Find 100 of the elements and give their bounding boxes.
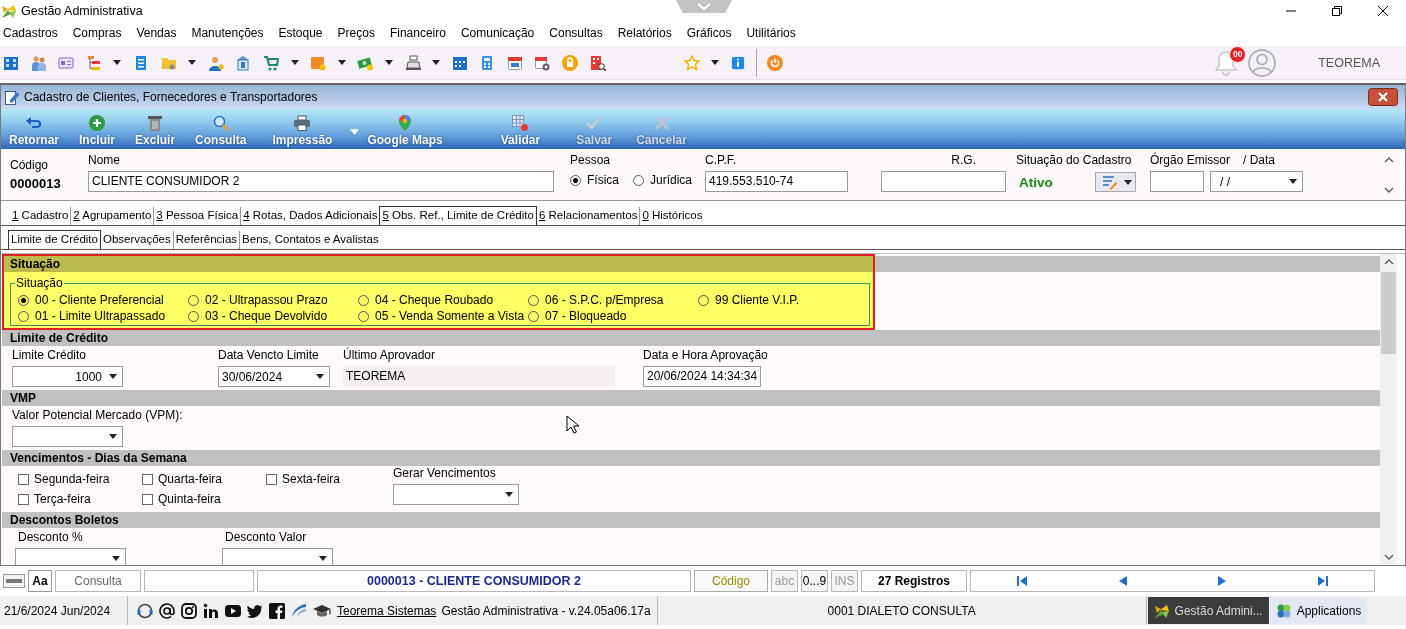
dropdown-field[interactable]: 1000	[12, 366, 123, 387]
issuer-field[interactable]	[1150, 171, 1204, 192]
caret-down-icon	[1124, 179, 1132, 185]
tab[interactable]: 6 Relacionamentos	[536, 207, 640, 225]
cash-register-icon[interactable]	[404, 54, 421, 71]
tab[interactable]: Referências	[172, 231, 240, 249]
bird-icon[interactable]	[247, 602, 263, 619]
headset-icon[interactable]	[137, 602, 153, 619]
building-icon[interactable]	[3, 54, 19, 71]
close-icon[interactable]	[1378, 6, 1388, 16]
dropdown-field[interactable]	[222, 548, 333, 565]
menu-item[interactable]: Financeiro	[389, 26, 446, 40]
calendar-grid-icon[interactable]	[451, 54, 468, 71]
field-label: Último Aprovador	[343, 348, 437, 363]
checkbox[interactable]	[18, 493, 29, 505]
menu-item[interactable]: Consultas	[549, 26, 603, 40]
people-icon[interactable]	[30, 54, 47, 71]
check-icon	[586, 115, 603, 131]
menu-item[interactable]: Vendas	[136, 26, 177, 40]
first-record-icon[interactable]	[1016, 576, 1027, 586]
radio-button[interactable]	[633, 174, 644, 186]
caret-down-icon[interactable]	[113, 60, 122, 65]
menu-item[interactable]: Gráficos	[686, 26, 732, 40]
caret-down-icon[interactable]	[432, 60, 441, 65]
radio-button[interactable]	[18, 294, 29, 306]
menu-item[interactable]: Cadastros	[3, 26, 58, 40]
restore-icon[interactable]	[1332, 6, 1342, 16]
dropdown-field[interactable]	[12, 426, 123, 447]
tab[interactable]: 3 Pessoa Física	[153, 207, 241, 225]
linkedin-icon[interactable]	[203, 602, 219, 619]
collapse-handle[interactable]	[676, 0, 732, 13]
notification-badge: 00	[1229, 45, 1247, 63]
swoosh-icon[interactable]	[291, 602, 307, 619]
tab[interactable]: Bens, Contatos e Avalistas	[239, 231, 381, 249]
tab[interactable]: 2 Agrupamento	[70, 207, 154, 225]
dropdown-field[interactable]	[15, 548, 126, 565]
scroll-down-icon[interactable]	[1383, 186, 1394, 194]
tab[interactable]: 5 Obs. Ref., Limite de Crédito	[379, 206, 537, 225]
field-label: Valor Potencial Mercado (VPM):	[12, 408, 184, 423]
checkbox[interactable]	[142, 473, 153, 485]
field-label: / Data	[1243, 153, 1276, 168]
info-icon[interactable]	[730, 55, 745, 70]
date-dropdown[interactable]: / /	[1210, 171, 1303, 192]
menu-item[interactable]: Utilitários	[746, 26, 796, 40]
dropdown-field[interactable]: 30/06/2024	[218, 366, 330, 387]
facebook-icon[interactable]	[269, 602, 285, 619]
scroll-up-icon[interactable]	[1383, 156, 1394, 164]
checkbox[interactable]	[18, 473, 29, 485]
tab[interactable]: Limite de Crédito	[8, 230, 101, 249]
person-icon[interactable]	[207, 54, 224, 71]
close-icon[interactable]	[1368, 88, 1398, 106]
at-sign-icon[interactable]	[159, 602, 175, 619]
taskbar-button[interactable]: Applications	[1269, 597, 1368, 624]
radio-button[interactable]	[570, 174, 581, 186]
building-search-icon[interactable]	[589, 54, 606, 71]
next-record-icon[interactable]	[1218, 576, 1227, 586]
rg-field[interactable]	[881, 171, 1006, 192]
website-link[interactable]: Teorema Sistemas	[337, 603, 437, 618]
vertical-scrollbar[interactable]	[1380, 254, 1397, 565]
keyboard-icon[interactable]	[3, 574, 25, 588]
calendar-icon[interactable]	[506, 54, 523, 71]
dropdown-field[interactable]	[393, 484, 519, 505]
menu-item[interactable]: Estoque	[278, 26, 323, 40]
scrollbar-thumb[interactable]	[1381, 272, 1396, 354]
caret-down-icon[interactable]	[337, 60, 346, 65]
bank-icon[interactable]	[235, 54, 252, 71]
app-logo-icon	[1153, 602, 1170, 619]
cart-icon[interactable]	[262, 54, 279, 71]
taskbar-button[interactable]: Gestão Admini...	[1147, 597, 1269, 624]
caret-down-icon[interactable]	[188, 60, 197, 65]
star-icon[interactable]	[683, 54, 700, 71]
menu-item[interactable]: Compras	[72, 26, 122, 40]
video-play-icon[interactable]	[225, 602, 241, 619]
text-field[interactable]: 20/06/2024 14:34:34	[643, 366, 762, 387]
font-button[interactable]: Aa	[28, 570, 52, 592]
previous-record-icon[interactable]	[1118, 576, 1127, 586]
calendar-gear-icon[interactable]	[534, 54, 551, 71]
tab[interactable]: 1 Cadastro	[10, 207, 71, 225]
checkbox[interactable]	[142, 493, 153, 505]
status-menu-button[interactable]	[1095, 172, 1136, 192]
scroll-down-icon[interactable]	[1383, 553, 1394, 561]
caret-down-icon[interactable]	[384, 60, 393, 65]
menu-item[interactable]: Relatórios	[617, 26, 672, 40]
tab[interactable]: 0 Históricos	[639, 207, 705, 225]
menu-item[interactable]: Comunicação	[460, 26, 535, 40]
camera-icon[interactable]	[181, 602, 197, 619]
name-field[interactable]: CLIENTE CONSUMIDOR 2	[88, 171, 554, 192]
menu-item[interactable]: Preços	[337, 26, 375, 40]
apps-icon	[1275, 602, 1292, 619]
caret-down-icon[interactable]	[711, 60, 720, 65]
tab[interactable]: Observações	[100, 231, 173, 249]
scroll-up-icon[interactable]	[1383, 258, 1394, 266]
last-record-icon[interactable]	[1318, 576, 1329, 586]
cpf-field[interactable]: 419.553.510-74	[705, 171, 848, 192]
checkbox[interactable]	[266, 473, 277, 485]
org-chart-icon[interactable]	[85, 54, 102, 71]
graduation-cap-icon[interactable]	[313, 602, 331, 619]
menu-item[interactable]: Manutenções	[191, 26, 264, 40]
caret-down-icon[interactable]	[290, 60, 299, 65]
id-card-icon[interactable]	[58, 54, 75, 71]
